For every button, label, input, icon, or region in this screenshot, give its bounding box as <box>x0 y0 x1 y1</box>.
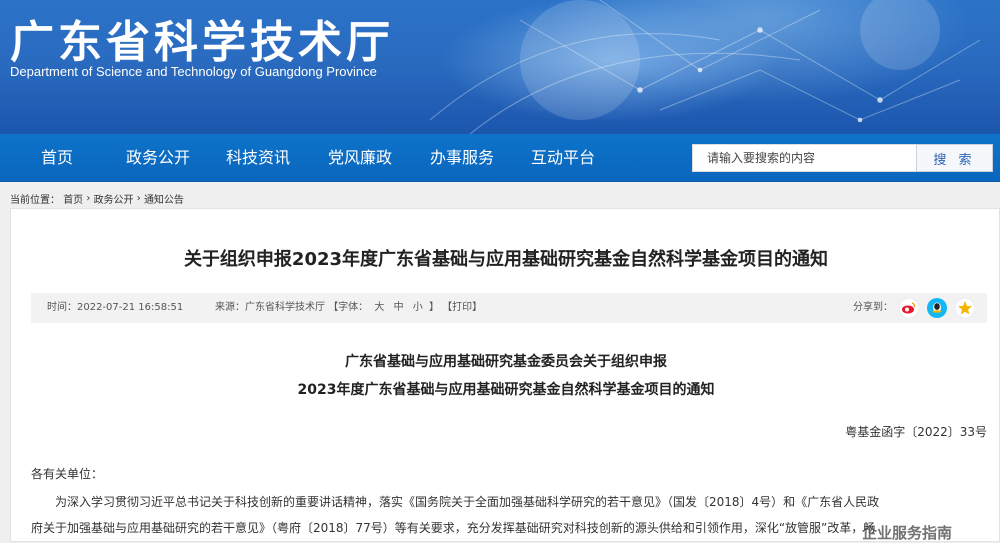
search-input[interactable] <box>692 144 917 172</box>
font-size-close-bracket: 】 <box>428 302 439 313</box>
nav-item-party-integrity[interactable]: 党风廉政 <box>328 134 392 182</box>
publish-time: 时间：2022-07-21 16:58:51 <box>47 302 184 313</box>
breadcrumb: 当前位置： 首页 › 政务公开 › 通知公告 <box>10 191 184 206</box>
nav-item-interaction[interactable]: 互动平台 <box>531 134 595 182</box>
article-title: 关于组织申报2023年度广东省基础与应用基础研究基金自然科学基金项目的通知 <box>183 249 829 270</box>
breadcrumb-separator: › <box>136 193 141 204</box>
article-meta-bar: 时间：2022-07-21 16:58:51 来源：广东省科学技术厅 【字体： … <box>31 293 987 323</box>
breadcrumb-separator: › <box>86 193 91 204</box>
font-size-label: 【字体： <box>328 302 369 313</box>
font-size-medium-button[interactable]: 中 <box>391 302 407 313</box>
article-source-and-tools: 来源：广东省科学技术厅 【字体： 大 中 小 】 【打印】 <box>215 293 482 323</box>
article-container: 关于组织申报2023年度广东省基础与应用基础研究基金自然科学基金项目的通知 时间… <box>10 208 1000 542</box>
nav-item-services[interactable]: 办事服务 <box>430 134 494 182</box>
breadcrumb-notices[interactable]: 通知公告 <box>144 195 184 206</box>
search-button[interactable]: 搜 索 <box>916 144 993 172</box>
body-paragraph-line-1: 为深入学习贯彻习近平总书记关于科技创新的重要讲话精神，落实《国务院关于全面加强基… <box>55 495 880 509</box>
source-watermark: 企业服务指南 <box>862 524 953 542</box>
document-heading-line-1: 广东省基础与应用基础研究基金委员会关于组织申报 <box>345 354 667 370</box>
weibo-share-icon[interactable] <box>899 298 919 318</box>
site-subtitle: Department of Science and Technology of … <box>10 64 377 79</box>
breadcrumb-label: 当前位置： <box>10 195 60 206</box>
body-paragraph-line-2: 府关于加强基础与应用基础研究的若干意见》（粤府〔2018〕77号）等有关要求，充… <box>31 521 876 535</box>
font-size-small-button[interactable]: 小 <box>410 302 426 313</box>
site-title: 广东省科学技术厅 <box>10 17 394 68</box>
article-source: 来源：广东省科学技术厅 <box>215 302 325 313</box>
share-label: 分享到： <box>853 302 893 313</box>
main-navbar: 首页 政务公开 科技资讯 党风廉政 办事服务 互动平台 搜 索 <box>0 134 1000 182</box>
site-banner: 广东省科学技术厅 Department of Science and Techn… <box>0 0 1000 134</box>
nav-item-home[interactable]: 首页 <box>41 134 73 182</box>
breadcrumb-home[interactable]: 首页 <box>63 195 83 206</box>
nav-item-tech-news[interactable]: 科技资讯 <box>226 134 290 182</box>
print-button[interactable]: 【打印】 <box>442 302 482 313</box>
font-size-large-button[interactable]: 大 <box>371 302 387 313</box>
qzone-share-icon[interactable] <box>955 298 975 318</box>
salutation: 各有关单位： <box>31 467 104 481</box>
qq-share-icon[interactable] <box>927 298 947 318</box>
nav-item-government-affairs[interactable]: 政务公开 <box>126 134 190 182</box>
document-number: 粤基金函字〔2022〕33号 <box>845 425 987 439</box>
document-heading-line-2: 2023年度广东省基础与应用基础研究基金自然科学基金项目的通知 <box>297 382 715 398</box>
breadcrumb-government-affairs[interactable]: 政务公开 <box>94 195 134 206</box>
